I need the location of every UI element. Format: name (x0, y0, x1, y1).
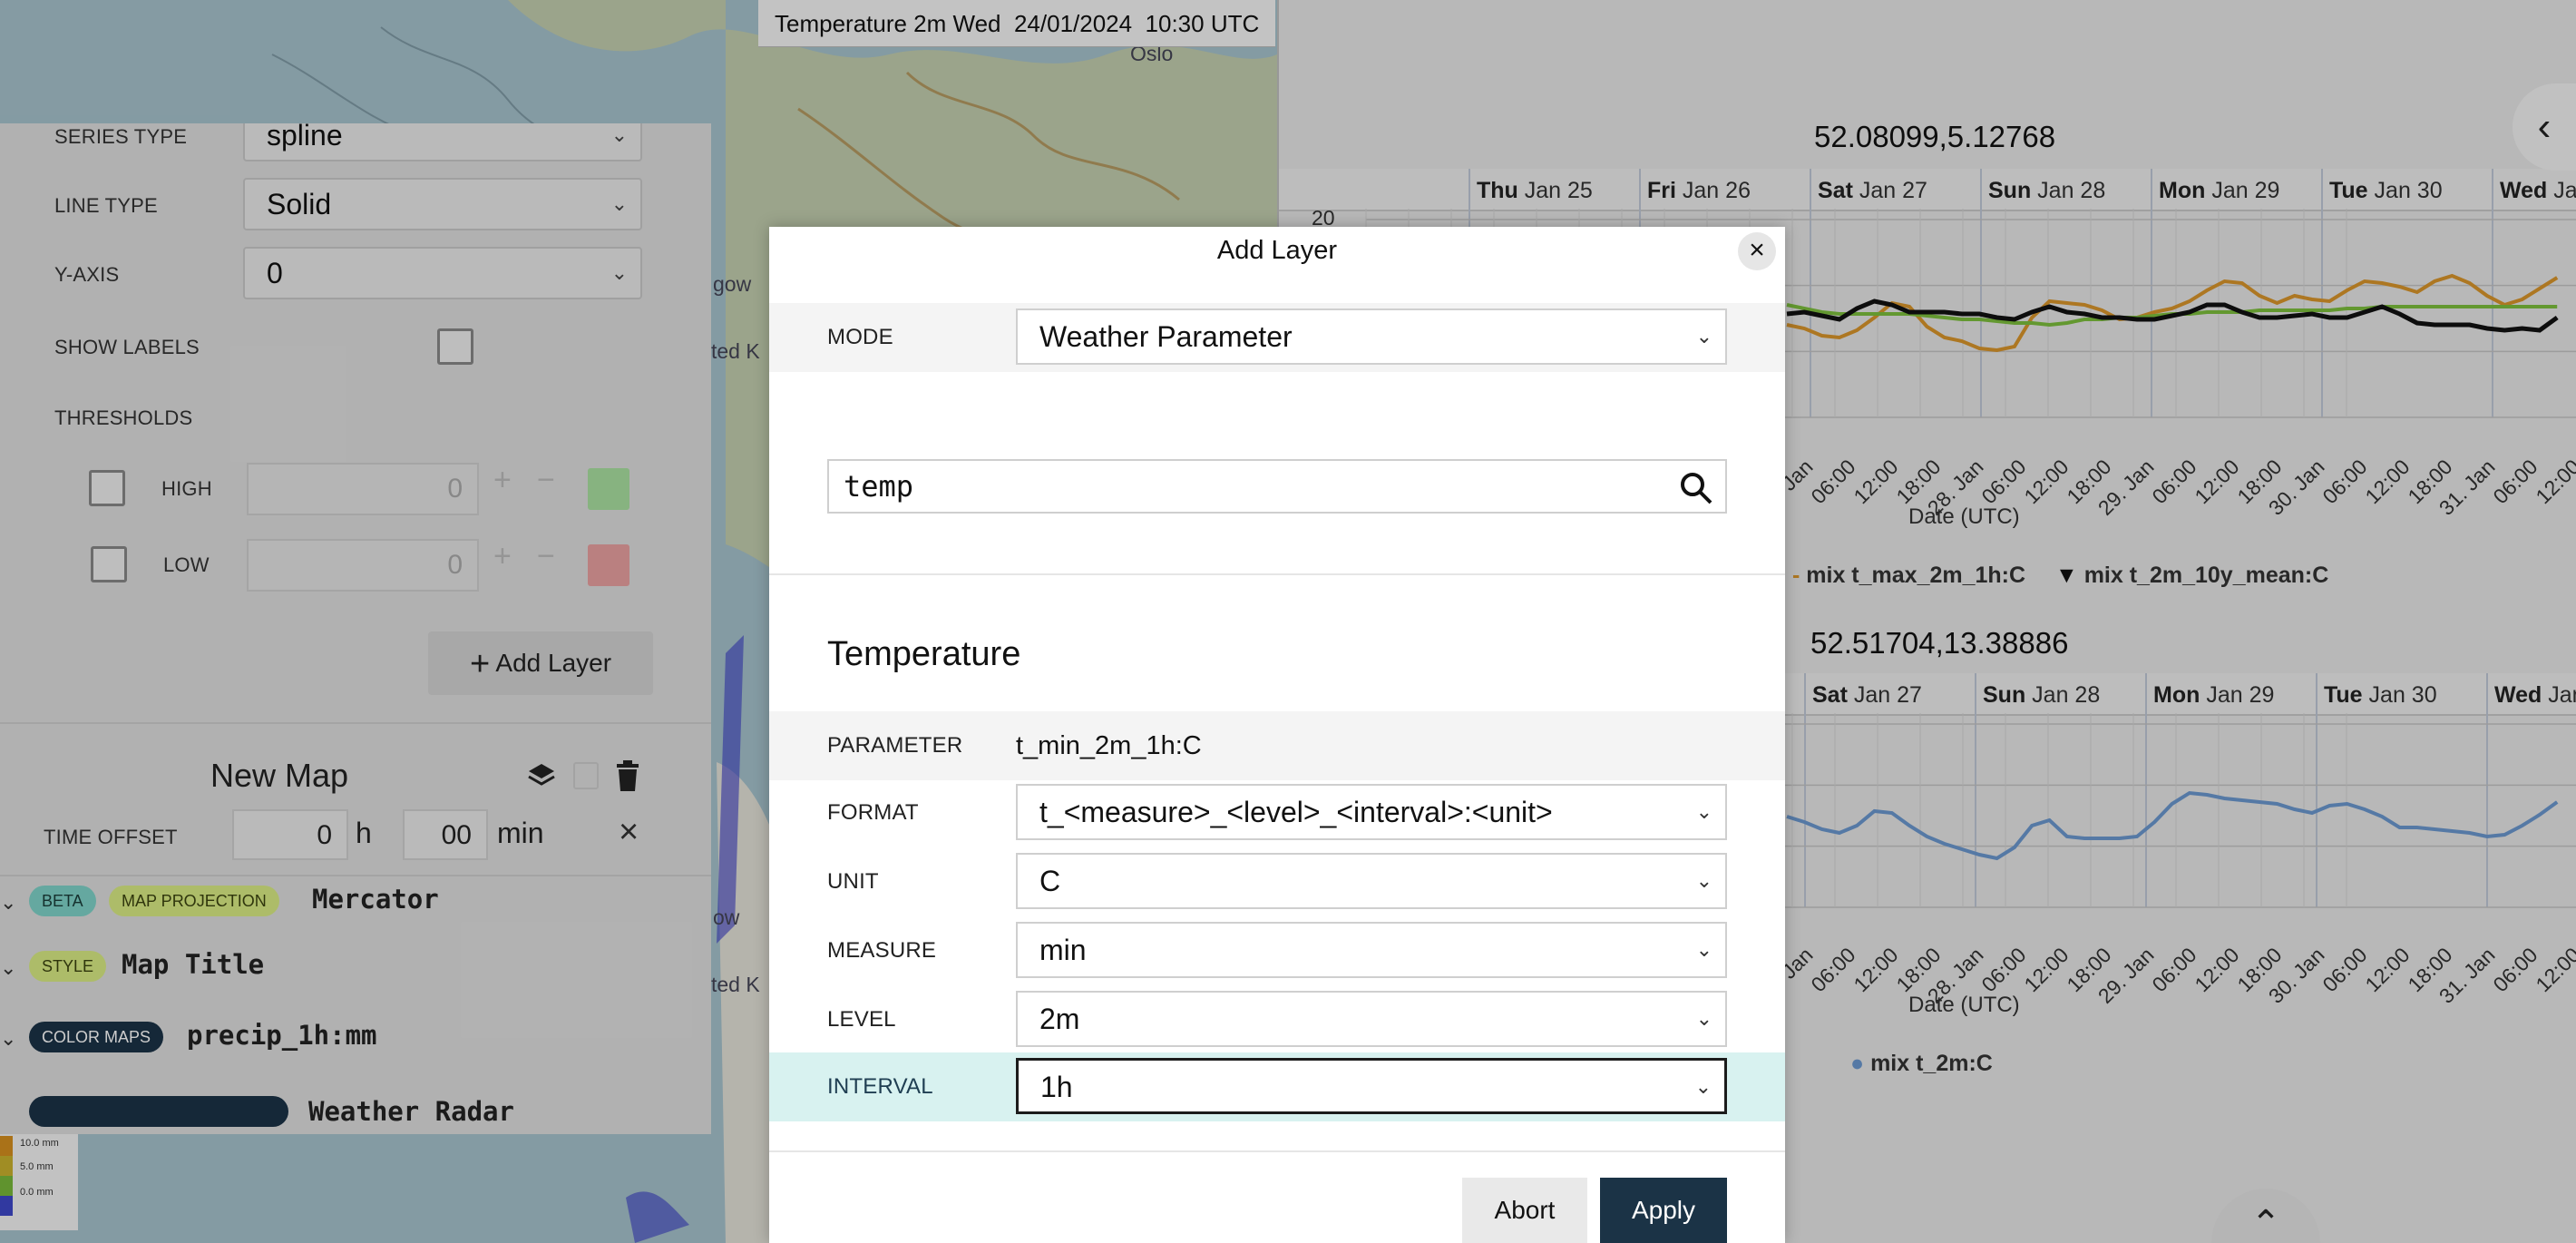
chevron-down-icon: ⌄ (1695, 938, 1712, 961)
level-value: 2m (1039, 1003, 1080, 1035)
mode-label: MODE (827, 325, 893, 349)
close-button[interactable]: × (1738, 232, 1776, 270)
chevron-down-icon: ⌄ (1695, 800, 1712, 823)
chevron-down-icon: ⌄ (1694, 1075, 1712, 1098)
parameter-value: t_min_2m_1h:C (1016, 731, 1202, 760)
measure-select[interactable]: min ⌄ (1016, 922, 1727, 978)
level-label: LEVEL (827, 1007, 896, 1032)
search-icon[interactable] (1680, 472, 1712, 504)
search-input[interactable]: temp (844, 461, 913, 512)
section-heading: Temperature (827, 635, 1021, 673)
measure-label: MEASURE (827, 938, 937, 963)
chevron-down-icon: ⌄ (1695, 869, 1712, 892)
apply-button[interactable]: Apply (1600, 1178, 1727, 1243)
measure-row: MEASURE min ⌄ (769, 916, 1785, 985)
mode-value: Weather Parameter (1039, 320, 1293, 353)
interval-select[interactable]: 1h ⌄ (1016, 1058, 1727, 1114)
measure-value: min (1039, 934, 1087, 966)
unit-select[interactable]: C ⌄ (1016, 853, 1727, 909)
abort-button[interactable]: Abort (1462, 1178, 1587, 1243)
add-layer-dialog: Add Layer × MODE Weather Parameter ⌄ tem… (769, 227, 1785, 1243)
dialog-title: Add Layer (1216, 236, 1338, 265)
unit-row: UNIT C ⌄ (769, 847, 1785, 916)
format-label: FORMAT (827, 800, 919, 825)
chevron-down-icon: ⌄ (1695, 325, 1712, 347)
interval-label: INTERVAL (827, 1074, 933, 1099)
format-select[interactable]: t_<measure>_<level>_<interval>:<unit> ⌄ (1016, 784, 1727, 840)
level-select[interactable]: 2m ⌄ (1016, 991, 1727, 1047)
mode-row: MODE Weather Parameter ⌄ (769, 303, 1785, 372)
parameter-search[interactable]: temp (827, 459, 1727, 514)
footer-divider (769, 1150, 1785, 1152)
unit-label: UNIT (827, 869, 879, 894)
chevron-down-icon: ⌄ (1695, 1007, 1712, 1030)
parameter-label: PARAMETER (827, 733, 963, 758)
interval-row: INTERVAL 1h ⌄ (769, 1052, 1785, 1121)
unit-value: C (1039, 865, 1061, 897)
format-row: FORMAT t_<measure>_<level>_<interval>:<u… (769, 778, 1785, 847)
section-divider (769, 573, 1785, 575)
mode-select[interactable]: Weather Parameter ⌄ (1016, 308, 1727, 365)
level-row: LEVEL 2m ⌄ (769, 985, 1785, 1054)
interval-value: 1h (1040, 1071, 1073, 1103)
format-value: t_<measure>_<level>_<interval>:<unit> (1039, 796, 1553, 828)
parameter-row: PARAMETER t_min_2m_1h:C (769, 711, 1785, 780)
close-icon: × (1749, 235, 1765, 265)
